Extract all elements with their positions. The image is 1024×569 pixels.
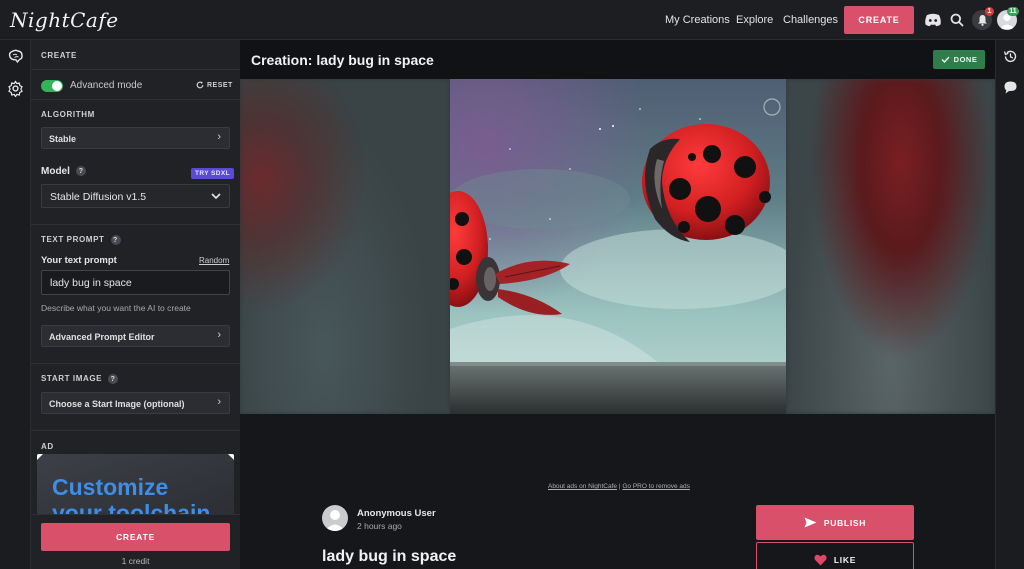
help-icon[interactable]: ?: [108, 374, 119, 384]
advanced-prompt-editor-button[interactable]: Advanced Prompt Editor ›: [41, 325, 230, 347]
chevron-down-icon: [211, 193, 221, 200]
history-icon[interactable]: [1003, 49, 1018, 64]
created-time: 2 hours ago: [357, 521, 402, 531]
check-icon: [941, 56, 950, 63]
creation-image[interactable]: [450, 79, 786, 414]
heart-icon: [814, 554, 827, 565]
credit-count: 1 credit: [121, 556, 150, 566]
avatar[interactable]: [322, 505, 348, 531]
sidebar-footer: CREATE 1 credit: [31, 514, 240, 569]
right-icon-rail: [995, 40, 1024, 569]
try-sdxl-badge[interactable]: TRY SDXL: [191, 168, 234, 179]
like-button[interactable]: LIKE: [756, 542, 914, 569]
go-pro-link[interactable]: Go PRO to remove ads: [622, 483, 690, 490]
done-button[interactable]: DONE: [933, 50, 985, 69]
reset-button[interactable]: RESET: [196, 81, 233, 89]
divider: [31, 69, 240, 70]
done-label: DONE: [953, 55, 978, 64]
model-select[interactable]: Stable Diffusion v1.5: [41, 184, 230, 208]
start-image-header: START IMAGE: [41, 374, 103, 384]
ad-line-1: Customize: [52, 474, 169, 500]
notifications-button[interactable]: 1: [972, 7, 994, 30]
model-label-row: Model?: [41, 166, 86, 177]
nav-my-creations[interactable]: My Creations: [665, 14, 730, 26]
advanced-mode-label: Advanced mode: [70, 80, 143, 91]
random-prompt-link[interactable]: Random: [199, 256, 229, 265]
ad-corner: [228, 454, 234, 460]
create-sidebar: CREATE Advanced mode RESET ALGORITHM Sta…: [31, 40, 240, 569]
nav-challenges[interactable]: Challenges: [783, 14, 838, 26]
blurred-background-left: [240, 79, 450, 414]
model-label: Model: [41, 166, 70, 177]
ad-header: AD: [41, 442, 54, 451]
advanced-mode-toggle[interactable]: [41, 80, 63, 92]
chevron-right-icon: ›: [217, 329, 221, 341]
model-value: Stable Diffusion v1.5: [50, 191, 147, 203]
publish-button[interactable]: PUBLISH: [756, 505, 914, 540]
top-bar: NightCafe My Creations Explore Challenge…: [0, 0, 1024, 40]
divider: [31, 224, 240, 225]
blurred-background-right: [786, 79, 995, 414]
reset-label: RESET: [207, 81, 233, 89]
discord-icon[interactable]: [923, 10, 943, 30]
like-label: LIKE: [833, 554, 857, 565]
sidebar-header: CREATE: [41, 51, 77, 60]
create-brain-icon[interactable]: [7, 48, 24, 65]
image-viewer: [240, 79, 995, 414]
notification-badge: 1: [985, 7, 994, 16]
nav-create-button[interactable]: CREATE: [844, 6, 914, 34]
text-prompt-header-row: TEXT PROMPT?: [41, 235, 121, 245]
left-icon-rail: [0, 40, 31, 569]
nightcafe-logo[interactable]: NightCafe: [10, 8, 119, 32]
start-image-label: Choose a Start Image (optional): [49, 399, 185, 409]
creation-title: lady bug in space: [322, 548, 457, 565]
advanced-editor-label: Advanced Prompt Editor: [49, 332, 155, 342]
start-image-button[interactable]: Choose a Start Image (optional) ›: [41, 392, 230, 414]
send-icon: [804, 517, 817, 528]
help-icon[interactable]: ?: [75, 166, 86, 177]
prompt-hint: Describe what you want the AI to create: [41, 303, 191, 313]
ad-corner: [37, 454, 43, 460]
divider: [31, 99, 240, 100]
start-image-header-row: START IMAGE?: [41, 374, 119, 384]
ad-notice: About ads on NightCafe | Go PRO to remov…: [548, 483, 690, 490]
chevron-right-icon: ›: [217, 131, 221, 143]
avatar-badge: 11: [1007, 7, 1019, 16]
publish-label: PUBLISH: [823, 517, 867, 528]
create-button[interactable]: CREATE: [41, 523, 230, 551]
creator-name[interactable]: Anonymous User: [357, 508, 436, 519]
text-prompt-input[interactable]: lady bug in space: [41, 270, 230, 295]
search-icon[interactable]: [947, 10, 967, 30]
help-icon[interactable]: ?: [110, 235, 121, 245]
comments-icon[interactable]: [1003, 80, 1018, 95]
algorithm-value: Stable: [49, 134, 77, 144]
algorithm-select[interactable]: Stable ›: [41, 127, 230, 149]
user-menu-button[interactable]: 11: [997, 7, 1019, 30]
about-ads-link[interactable]: About ads on NightCafe: [548, 483, 617, 490]
chevron-right-icon: ›: [217, 396, 221, 408]
creation-main: Creation: lady bug in space DONE About a…: [240, 40, 995, 569]
algorithm-header: ALGORITHM: [41, 110, 95, 119]
your-prompt-label: Your text prompt: [41, 255, 117, 266]
page-title: Creation: lady bug in space: [251, 52, 434, 68]
nav-explore[interactable]: Explore: [736, 14, 773, 26]
title-bar: Creation: lady bug in space DONE: [240, 40, 995, 79]
text-prompt-header: TEXT PROMPT: [41, 235, 105, 245]
settings-gear-icon[interactable]: [7, 80, 24, 98]
divider: [31, 363, 240, 364]
divider: [31, 430, 240, 431]
reset-icon: [196, 81, 204, 89]
